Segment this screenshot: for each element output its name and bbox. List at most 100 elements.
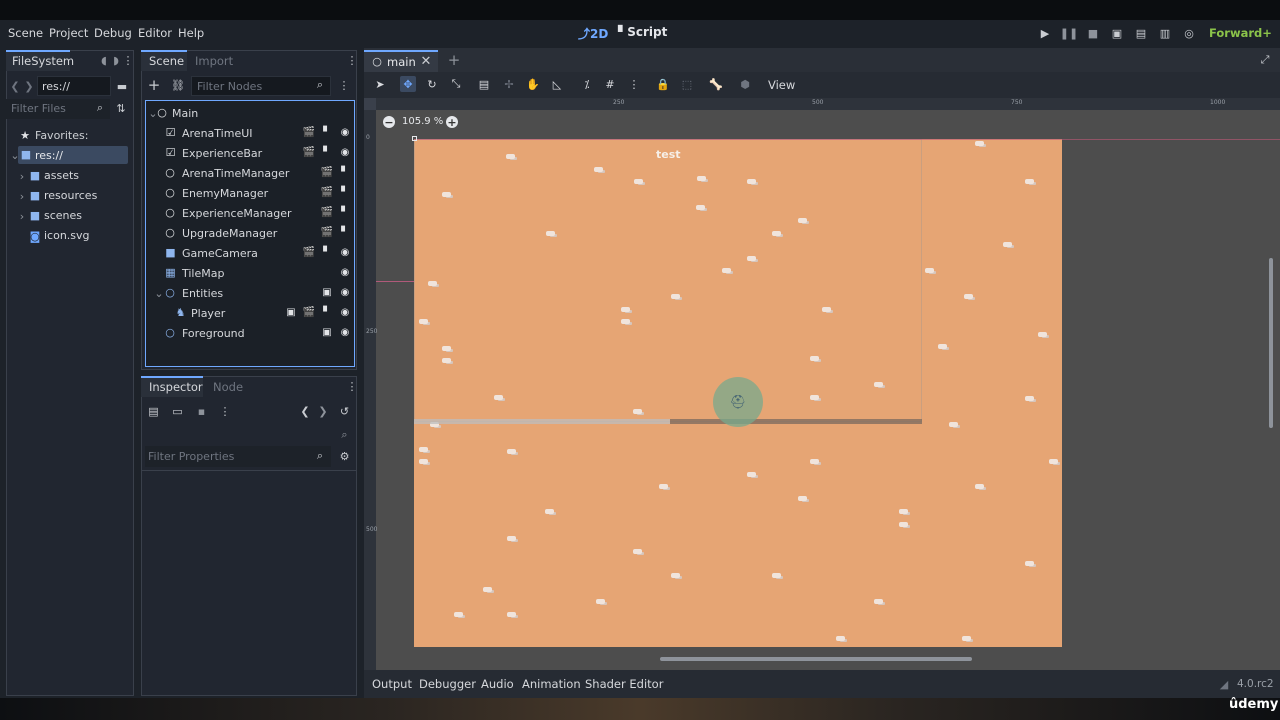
new-resource-icon[interactable]: ▤: [147, 405, 160, 418]
tab-node[interactable]: Node: [213, 380, 243, 394]
sort-icon[interactable]: ⇅: [115, 102, 127, 115]
visibility-eye-icon[interactable]: ◉: [339, 306, 351, 318]
mode-2d-button[interactable]: ⤴2D: [578, 25, 608, 42]
pause-icon[interactable]: ❚❚: [1060, 26, 1078, 40]
group-select-icon[interactable]: ▣: [321, 286, 333, 298]
horizontal-scrollbar[interactable]: [660, 657, 972, 661]
play-scene-icon[interactable]: ▤: [1134, 26, 1148, 40]
visibility-eye-icon[interactable]: ◉: [339, 146, 351, 158]
script-icon[interactable]: ▘: [339, 226, 351, 238]
history-forward-icon[interactable]: ❯: [318, 405, 328, 418]
script-icon[interactable]: ▘: [339, 166, 351, 178]
node-gamecamera[interactable]: ■ GameCamera 🎬 ▘ ◉: [146, 243, 354, 263]
dock-left-icon[interactable]: ◖: [99, 54, 109, 67]
script-icon[interactable]: ▘: [321, 146, 333, 158]
open-scene-icon[interactable]: 🎬: [321, 186, 333, 198]
group-select-icon[interactable]: ▣: [285, 306, 297, 318]
menu-editor[interactable]: Editor: [138, 26, 172, 40]
zoom-out-icon[interactable]: −: [383, 116, 395, 129]
collapse-icon[interactable]: ⌄: [10, 149, 19, 162]
mode-script-button[interactable]: ▘Script: [618, 25, 667, 39]
tab-audio[interactable]: Audio: [481, 677, 514, 691]
scene-menu-icon[interactable]: ⋮: [339, 78, 350, 92]
history-icon[interactable]: ↺: [338, 405, 351, 418]
node-main[interactable]: ⌄ ○ Main: [146, 103, 354, 123]
script-icon[interactable]: ▘: [339, 186, 351, 198]
tab-import[interactable]: Import: [195, 54, 233, 68]
expand-icon[interactable]: ›: [18, 170, 26, 183]
dock-menu-icon[interactable]: ⋮: [347, 53, 358, 67]
scale-tool-icon[interactable]: ⤡: [448, 76, 464, 92]
menu-scene[interactable]: Scene: [8, 26, 43, 40]
visibility-eye-icon[interactable]: ◉: [339, 326, 351, 338]
movie-maker-icon[interactable]: ◎: [1182, 26, 1196, 40]
menu-help[interactable]: Help: [178, 26, 204, 40]
view-menu[interactable]: View: [768, 78, 795, 92]
path-field[interactable]: res://: [37, 76, 111, 96]
tab-animation[interactable]: Animation: [522, 677, 581, 691]
snap-options-icon[interactable]: ⋮: [626, 76, 642, 92]
node-arenatimeui[interactable]: ☑ ArenaTimeUI 🎬 ▘ ◉: [146, 123, 354, 143]
new-tab-icon[interactable]: +: [447, 51, 461, 69]
node-tilemap[interactable]: ▦ TileMap ◉: [146, 263, 354, 283]
node-experiencemanager[interactable]: ○ ExperienceManager 🎬 ▘: [146, 203, 354, 223]
script-icon[interactable]: ▘: [339, 206, 351, 218]
resource-menu-icon[interactable]: ⋮: [220, 405, 231, 418]
filter-nodes-input[interactable]: Filter Nodes: [191, 76, 331, 96]
renderer-selector[interactable]: Forward+: [1209, 26, 1272, 40]
instance-link-icon[interactable]: ⛓: [171, 78, 185, 92]
zoom-in-icon[interactable]: +: [446, 116, 458, 129]
object-search-icon[interactable]: ⌕: [338, 428, 351, 441]
node-enemymanager[interactable]: ○ EnemyManager 🎬 ▘: [146, 183, 354, 203]
open-scene-icon[interactable]: 🎬: [321, 206, 333, 218]
group-select-icon[interactable]: ▣: [321, 326, 333, 338]
distraction-free-icon[interactable]: ⤢: [1258, 53, 1272, 67]
visibility-eye-icon[interactable]: ◉: [339, 246, 351, 258]
dock-right-icon[interactable]: ◗: [111, 54, 121, 67]
dock-menu-icon[interactable]: ⋮: [123, 53, 134, 67]
visibility-eye-icon[interactable]: ◉: [339, 266, 351, 278]
stop-icon[interactable]: ■: [1086, 26, 1100, 40]
node-arenatimemanager[interactable]: ○ ArenaTimeManager 🎬 ▘: [146, 163, 354, 183]
load-resource-icon[interactable]: ▭: [171, 405, 184, 418]
node-foreground[interactable]: ○ Foreground ▣ ◉: [146, 323, 354, 343]
collapse-icon[interactable]: ⌄: [154, 287, 163, 300]
dock-menu-icon[interactable]: ⋮: [347, 379, 358, 393]
smart-snap-icon[interactable]: ⁒: [579, 76, 595, 92]
move-tool-icon[interactable]: ✥: [400, 76, 416, 92]
node-experiencebar[interactable]: ☑ ExperienceBar 🎬 ▘ ◉: [146, 143, 354, 163]
property-settings-icon[interactable]: ⚙: [338, 450, 351, 463]
add-node-icon[interactable]: +: [147, 76, 161, 94]
grid-snap-icon[interactable]: #: [602, 76, 618, 92]
open-scene-icon[interactable]: 🎬: [303, 126, 315, 138]
open-scene-icon[interactable]: 🎬: [303, 146, 315, 158]
expand-icon[interactable]: ›: [18, 210, 26, 223]
play-icon[interactable]: ▶: [1038, 26, 1052, 40]
split-mode-icon[interactable]: ▬: [115, 79, 129, 93]
script-icon[interactable]: ▘: [321, 246, 333, 258]
ruler-tool-icon[interactable]: ◺: [549, 76, 565, 92]
forward-icon[interactable]: ❯: [24, 80, 34, 93]
collapse-icon[interactable]: ⌄: [148, 107, 157, 120]
tab-shader-editor[interactable]: Shader Editor: [585, 677, 663, 691]
expand-icon[interactable]: ›: [18, 190, 26, 203]
filter-properties-input[interactable]: Filter Properties: [145, 446, 331, 467]
pivot-tool-icon[interactable]: ✢: [501, 76, 517, 92]
visibility-eye-icon[interactable]: ◉: [339, 126, 351, 138]
node-entities[interactable]: ⌄ ○ Entities ▣ ◉: [146, 283, 354, 303]
open-scene-icon[interactable]: 🎬: [321, 226, 333, 238]
history-back-icon[interactable]: ❮: [300, 405, 310, 418]
skeleton-bone-icon[interactable]: 🦴: [708, 76, 724, 92]
close-icon[interactable]: ✕: [420, 54, 432, 69]
vertical-scrollbar[interactable]: [1269, 258, 1273, 428]
lock-icon[interactable]: 🔒: [655, 76, 671, 92]
list-select-icon[interactable]: ▤: [476, 76, 492, 92]
save-resource-icon[interactable]: ▪: [195, 405, 208, 418]
menu-debug[interactable]: Debug: [94, 26, 132, 40]
back-icon[interactable]: ❮: [10, 80, 20, 93]
tab-output[interactable]: Output: [372, 677, 412, 691]
script-icon[interactable]: ▘: [321, 126, 333, 138]
camera-override-icon[interactable]: ⬢: [737, 76, 753, 92]
pan-tool-icon[interactable]: ✋: [525, 76, 541, 92]
open-scene-icon[interactable]: 🎬: [303, 306, 315, 318]
